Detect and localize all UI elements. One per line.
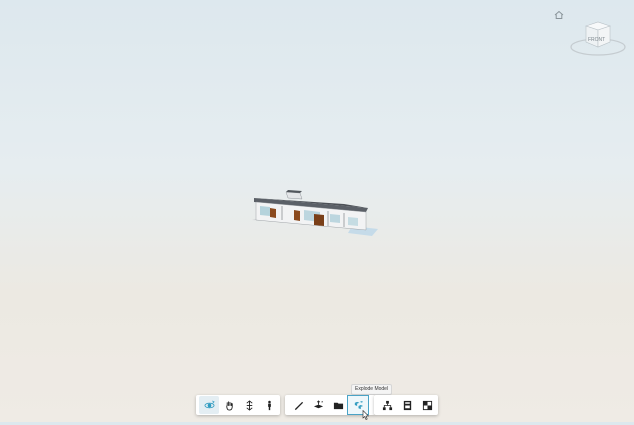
mouse-pointer-icon [362,407,370,420]
structure-button[interactable] [377,396,397,414]
measure-button[interactable] [288,396,308,414]
3d-viewport[interactable]: FRONT Explode Model [0,0,634,422]
checker-icon [422,400,432,410]
section-analysis-button[interactable] [308,396,328,414]
home-icon[interactable] [553,8,565,20]
explode-model-tooltip: Explode Model [351,384,393,395]
folder-icon [333,402,343,409]
orbit-icon [204,400,215,408]
properties-icon [403,400,411,410]
zoom-button[interactable] [239,396,259,414]
building-model[interactable] [248,186,384,238]
zoom-arrows-icon [245,399,253,411]
toolbar-navigation [196,395,280,415]
properties-button[interactable] [397,396,417,414]
orbit-button[interactable] [199,396,219,414]
hierarchy-icon [382,400,392,410]
viewcube[interactable]: FRONT [570,14,630,58]
viewcube-front-label: FRONT [588,37,605,43]
model-browser-button[interactable] [328,396,348,414]
first-person-button[interactable] [259,396,279,414]
section-plane-icon [313,399,323,408]
toolbar-model [374,395,438,415]
hand-icon [225,400,233,411]
ruler-icon [294,401,303,410]
pan-button[interactable] [219,396,239,414]
person-icon [267,400,271,410]
settings-button[interactable] [417,396,437,414]
